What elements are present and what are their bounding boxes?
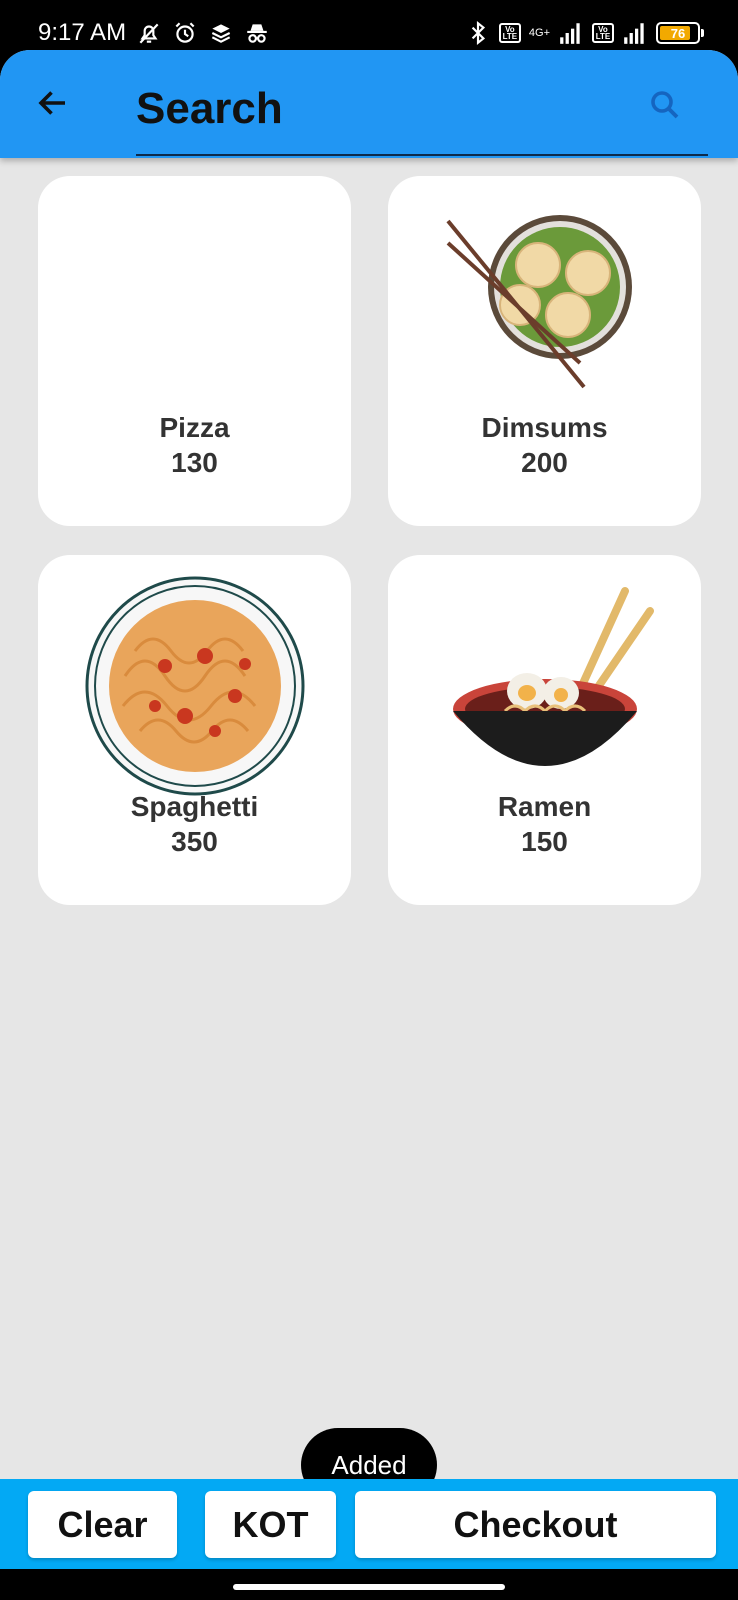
- item-image: [78, 576, 311, 796]
- menu-item-spaghetti[interactable]: Spaghetti 350: [38, 555, 351, 905]
- item-name: Pizza: [159, 412, 230, 443]
- signal-icon: [560, 23, 580, 44]
- bell-off-icon: [139, 23, 159, 44]
- volte-icon: Vo LTE: [498, 23, 521, 43]
- search-icon: [651, 91, 679, 119]
- item-image-placeholder: [78, 202, 311, 412]
- item-price: 150: [521, 826, 568, 857]
- app-screen: Pizza 130 Dimsums 200: [0, 50, 738, 1600]
- item-price: 200: [521, 447, 568, 478]
- menu-item-dimsums[interactable]: Dimsums 200: [388, 176, 701, 526]
- battery-level: 76: [670, 25, 686, 41]
- menu-item-ramen[interactable]: Ramen 150: [388, 555, 701, 905]
- ramen-bowl-icon: [452, 587, 654, 766]
- item-image: [428, 202, 661, 412]
- volte-icon-2: Vo LTE: [592, 23, 614, 43]
- item-price: 130: [171, 447, 218, 478]
- checkout-button[interactable]: Checkout: [355, 1491, 716, 1558]
- signal-icon-2: [624, 23, 644, 44]
- battery-icon: 76: [656, 22, 704, 44]
- search-field: [136, 68, 708, 156]
- alarm-icon: [175, 22, 195, 43]
- search-button[interactable]: [642, 82, 688, 128]
- menu-item-pizza[interactable]: Pizza 130: [38, 176, 351, 526]
- home-indicator[interactable]: [233, 1584, 505, 1590]
- status-left: 9:17 AM: [38, 16, 270, 50]
- menu-grid: Pizza 130 Dimsums 200 Spaghetti 350 Rame…: [38, 176, 701, 905]
- clear-button[interactable]: Clear: [28, 1491, 177, 1558]
- status-right: Vo LTE 4G+ Vo LTE 76: [465, 16, 704, 50]
- item-name: Ramen: [497, 791, 592, 822]
- app-bar: [0, 50, 738, 158]
- layers-icon: [211, 24, 231, 43]
- bottom-action-bar: Clear KOT Checkout: [0, 1479, 738, 1569]
- spaghetti-plate-icon: [85, 576, 304, 796]
- dimsum-basket-icon: [445, 215, 632, 389]
- item-image: [428, 581, 661, 791]
- status-time: 9:17 AM: [38, 19, 127, 46]
- item-name: Dimsums: [481, 412, 608, 443]
- search-input[interactable]: [136, 76, 606, 142]
- arrow-left-icon: [38, 91, 65, 115]
- incognito-icon: [247, 24, 267, 43]
- item-name: Spaghetti: [130, 791, 259, 822]
- back-button[interactable]: [30, 80, 76, 126]
- kot-button[interactable]: KOT: [205, 1491, 336, 1558]
- bluetooth-icon: [471, 20, 485, 46]
- network-type-label: 4G+: [528, 26, 550, 39]
- item-price: 350: [171, 826, 218, 857]
